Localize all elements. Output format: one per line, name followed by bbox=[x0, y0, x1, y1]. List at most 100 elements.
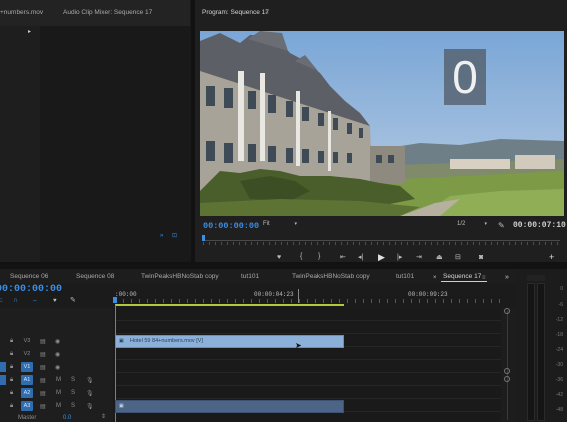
solo-button[interactable]: S bbox=[71, 403, 75, 409]
step-back-icon[interactable]: ◂| bbox=[358, 254, 363, 262]
eye-icon[interactable]: ◉ bbox=[55, 338, 60, 345]
scroll-handle-top[interactable] bbox=[504, 308, 510, 314]
meter-tick-6: -6 bbox=[558, 302, 563, 308]
video-clip[interactable]: ▣ Hotel 59 84+numbers.mov [V] bbox=[115, 335, 344, 348]
extract-icon[interactable]: ⊟ bbox=[455, 254, 461, 262]
sync-lock-icon[interactable]: ▤ bbox=[40, 377, 46, 384]
tab-tut101-1[interactable]: tut101 bbox=[241, 273, 259, 280]
snap-icon[interactable]: ⊂ bbox=[0, 297, 3, 305]
timeline-timecode[interactable]: 00:00:00:00 bbox=[0, 284, 62, 295]
program-current-timecode[interactable]: 00:00:00:00 bbox=[203, 221, 259, 231]
lock-icon[interactable]: 🔒︎ bbox=[10, 364, 13, 371]
video-clip-label: Hotel 59 84+numbers.mov [V] bbox=[130, 338, 203, 344]
audio-meter-panel: 0 -6 -12 -18 -24 -30 -36 -42 -48 bbox=[515, 269, 567, 422]
tab-tut101-2[interactable]: tut101 bbox=[396, 273, 414, 280]
step-forward-icon[interactable]: |▸ bbox=[397, 254, 402, 262]
linked-selection-icon[interactable]: ⇔ bbox=[32, 297, 38, 305]
track-v2-label[interactable]: V2 bbox=[21, 349, 33, 359]
timeline-panel-divider bbox=[0, 262, 567, 269]
timeline-vertical-scrollbar[interactable] bbox=[501, 308, 515, 422]
wrench-icon[interactable]: ✎ bbox=[498, 222, 505, 230]
mute-button[interactable]: M bbox=[56, 390, 61, 396]
source-patch-a1[interactable] bbox=[0, 375, 6, 385]
sync-lock-icon[interactable]: ▤ bbox=[40, 403, 46, 410]
microphone-icon[interactable]: 🎙︎ bbox=[86, 390, 94, 397]
fit-label: Fit bbox=[263, 221, 270, 227]
track-v3-label[interactable]: V3 bbox=[21, 336, 33, 346]
meter-tick-42: -42 bbox=[555, 392, 563, 398]
tab-sequence-17[interactable]: Sequence 17 bbox=[443, 273, 481, 280]
tab-program[interactable]: Program: Sequence 17 bbox=[202, 9, 269, 16]
end-marker-line bbox=[298, 289, 299, 303]
eye-icon[interactable]: ◉ bbox=[55, 364, 60, 371]
menu-icon[interactable]: ≡ bbox=[482, 274, 486, 282]
wrench-icon[interactable]: ✎ bbox=[70, 297, 76, 305]
magnet-icon[interactable]: ∩ bbox=[13, 297, 18, 305]
master-track-toggle-icon[interactable]: ⇕ bbox=[101, 413, 106, 420]
film-icon[interactable]: ▤ bbox=[40, 338, 46, 345]
source-patch-v1[interactable] bbox=[0, 362, 6, 372]
scrub-ticks bbox=[203, 242, 560, 245]
program-scrub-bar[interactable] bbox=[202, 235, 560, 247]
track-v1-label[interactable]: V1 bbox=[21, 362, 33, 372]
play-icon[interactable]: ▶ bbox=[378, 253, 385, 262]
resolution-dropdown[interactable]: 1/2 ▾ bbox=[457, 221, 487, 230]
tab-twinpeaks-copy-2[interactable]: TwinPeaksHBNoStab copy bbox=[292, 273, 370, 280]
in-out-line bbox=[115, 304, 344, 306]
fit-dropdown[interactable]: Fit ▾ bbox=[263, 221, 297, 230]
go-to-in-icon[interactable]: ⇤ bbox=[340, 254, 346, 262]
mute-button[interactable]: M bbox=[56, 403, 61, 409]
more-tabs-icon[interactable]: » bbox=[505, 274, 509, 282]
export-icon[interactable]: ⊡ bbox=[172, 232, 177, 240]
marker-icon[interactable]: ♥ bbox=[53, 297, 57, 305]
program-video-frame[interactable]: 0 bbox=[200, 31, 564, 216]
tab-sequence-06[interactable]: Sequence 06 bbox=[10, 273, 48, 280]
tab-sequence-08[interactable]: Sequence 08 bbox=[76, 273, 114, 280]
scroll-handle-low[interactable] bbox=[504, 376, 510, 382]
lock-icon[interactable]: 🔒︎ bbox=[10, 351, 13, 358]
tab-source[interactable]: +numbers.mov bbox=[0, 9, 43, 16]
tab-twinpeaks-copy-1[interactable]: TwinPeaksHBNoStab copy bbox=[141, 273, 219, 280]
mark-out-icon[interactable]: } bbox=[318, 253, 320, 261]
lock-icon[interactable]: 🔒︎ bbox=[10, 390, 13, 397]
playhead-marker[interactable] bbox=[202, 235, 205, 241]
camera-icon[interactable]: ◙ bbox=[479, 254, 483, 262]
lock-icon[interactable]: 🔒︎ bbox=[10, 338, 13, 345]
timeline-playhead-head[interactable] bbox=[113, 297, 117, 303]
solo-button[interactable]: S bbox=[71, 377, 75, 383]
track-a1-label[interactable]: A1 bbox=[21, 375, 33, 385]
go-to-out-icon[interactable]: ⇥ bbox=[416, 254, 422, 262]
master-track-label: Master bbox=[18, 415, 37, 421]
film-icon[interactable]: ▤ bbox=[40, 351, 46, 358]
building-scene-image bbox=[200, 31, 564, 216]
add-button-icon[interactable]: + bbox=[549, 253, 554, 262]
menu-icon[interactable]: ≡ bbox=[265, 9, 269, 17]
expand-icon[interactable]: » bbox=[160, 232, 163, 240]
sync-lock-icon[interactable]: ▤ bbox=[40, 390, 46, 397]
chevron-right-icon[interactable]: ▸ bbox=[28, 28, 31, 36]
meter-tick-12: -12 bbox=[555, 317, 563, 323]
scroll-handle-mid[interactable] bbox=[504, 368, 510, 374]
eye-icon[interactable]: ◉ bbox=[55, 351, 60, 358]
active-tab-underline bbox=[441, 281, 487, 282]
solo-button[interactable]: S bbox=[71, 390, 75, 396]
film-icon[interactable]: ▤ bbox=[40, 364, 46, 371]
audio-clip[interactable]: ▣ bbox=[115, 400, 344, 413]
mark-in-icon[interactable]: { bbox=[300, 253, 302, 261]
lock-icon[interactable]: 🔒︎ bbox=[10, 377, 13, 384]
tab-audio-clip-mixer[interactable]: Audio Clip Mixer: Sequence 17 bbox=[63, 9, 152, 16]
mute-button[interactable]: M bbox=[56, 377, 61, 383]
source-panel bbox=[0, 0, 40, 262]
meter-bar-right bbox=[537, 283, 545, 421]
marker-icon[interactable]: ♥ bbox=[277, 254, 281, 262]
lift-icon[interactable]: ⏏ bbox=[436, 254, 443, 262]
microphone-icon[interactable]: 🎙︎ bbox=[86, 377, 94, 384]
track-a2-label[interactable]: A2 bbox=[21, 388, 33, 398]
close-icon[interactable]: × bbox=[433, 274, 437, 282]
master-track-value[interactable]: 0.0 bbox=[63, 415, 71, 421]
timeline-ruler[interactable]: :00:00 00:00:04:23 00:00:09:23 bbox=[113, 289, 501, 307]
meter-tick-18: -18 bbox=[555, 332, 563, 338]
track-a3-label[interactable]: A3 bbox=[21, 401, 33, 411]
microphone-icon[interactable]: 🎙︎ bbox=[86, 403, 94, 410]
lock-icon[interactable]: 🔒︎ bbox=[10, 403, 13, 410]
